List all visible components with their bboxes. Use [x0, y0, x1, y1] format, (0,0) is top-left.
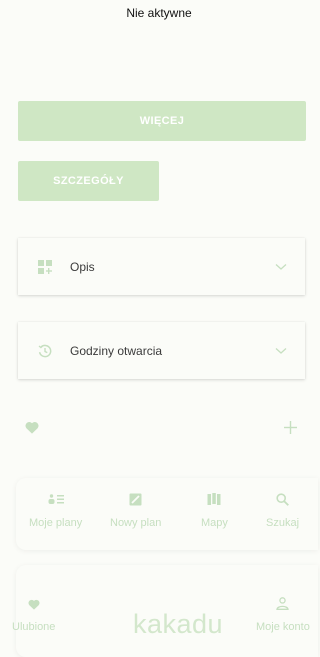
- list-icon: [48, 494, 64, 504]
- description-label: Opis: [70, 259, 95, 274]
- description-section[interactable]: Opis: [18, 238, 305, 295]
- clock-history-icon: [38, 344, 52, 357]
- nav-my-plans[interactable]: Moje plany: [29, 493, 82, 529]
- nav-search[interactable]: Szukaj: [266, 493, 299, 529]
- hours-label: Godziny otwarcia: [70, 343, 163, 358]
- nav-my-plans-label: Moje plany: [29, 517, 83, 529]
- map-icon: [207, 493, 221, 505]
- edit-icon: [129, 493, 142, 506]
- nav-favorites-label: Ulubione: [12, 621, 56, 633]
- nav-new-plan[interactable]: Nowy plan: [110, 493, 161, 529]
- nav-my-account-label: Moje konto: [256, 621, 310, 633]
- heart-icon[interactable]: [25, 421, 39, 434]
- kakadu-logo: kakadu: [132, 609, 224, 639]
- chevron-down-icon[interactable]: [275, 263, 287, 271]
- nav-maps[interactable]: Mapy: [201, 493, 228, 529]
- plus-icon[interactable]: [283, 420, 298, 435]
- details-button[interactable]: SZCZEGÓŁY: [18, 161, 159, 201]
- widgets-icon: [38, 259, 52, 274]
- bottom-nav-bar: Ulubione kakadu Moje konto: [12, 565, 318, 657]
- nav-favorites[interactable]: Ulubione: [12, 599, 55, 633]
- search-icon: [276, 493, 289, 506]
- person-icon: [276, 597, 290, 610]
- top-nav-bar: Moje plany Nowy plan Mapy Szukaj: [16, 478, 318, 550]
- nav-maps-label: Mapy: [201, 517, 228, 529]
- status-title: Nie aktywne: [126, 6, 192, 20]
- heart-icon: [28, 599, 40, 610]
- nav-search-label: Szukaj: [266, 517, 300, 529]
- hours-section[interactable]: Godziny otwarcia: [18, 322, 305, 379]
- nav-new-plan-label: Nowy plan: [110, 517, 162, 529]
- nav-my-account[interactable]: Moje konto: [256, 597, 310, 633]
- chevron-down-icon[interactable]: [275, 347, 287, 355]
- more-button[interactable]: WIĘCEJ: [18, 101, 306, 141]
